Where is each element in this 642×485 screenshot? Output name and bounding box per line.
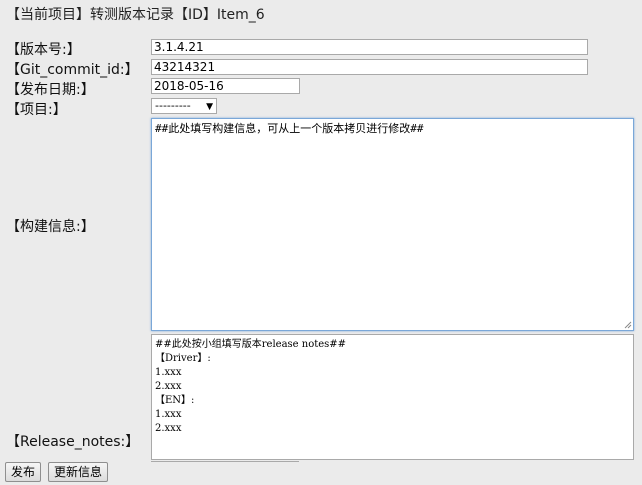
git-commit-label: 【Git_commit_id:】 xyxy=(6,62,139,78)
page-title: 【当前项目】转测版本记录【ID】Item_6 xyxy=(6,7,265,23)
release-notes-line: 1.xxx xyxy=(155,367,182,378)
build-info-label: 【构建信息:】 xyxy=(6,219,95,235)
chevron-down-icon: ▼ xyxy=(206,102,213,112)
git-commit-input[interactable] xyxy=(151,59,588,75)
update-info-button[interactable]: 更新信息 xyxy=(48,462,109,482)
build-info-line: ##此处填写构建信息，可从上一个版本拷贝进行修改## xyxy=(155,122,424,135)
project-select-value: --------- xyxy=(155,99,191,112)
build-info-textarea[interactable]: ##此处填写构建信息，可从上一个版本拷贝进行修改## xyxy=(151,118,634,331)
release-notes-line: ##此处按小组填写版本release notes## xyxy=(155,339,347,350)
version-label: 【版本号:】 xyxy=(6,42,81,58)
release-notes-textarea[interactable]: ##此处按小组填写版本release notes## 【Driver】: 1.x… xyxy=(151,334,634,460)
release-notes-line: 2.xxx xyxy=(155,381,182,392)
release-notes-line: 【Driver】: xyxy=(155,353,211,364)
version-input[interactable] xyxy=(151,39,588,55)
release-notes-line: 2.xxx xyxy=(155,423,182,434)
release-notes-label: 【Release_notes:】 xyxy=(6,434,140,450)
resize-handle-icon[interactable] xyxy=(624,321,632,329)
project-select[interactable]: --------- ▼ xyxy=(151,98,217,114)
release-notes-line: 【EN】: xyxy=(155,395,195,406)
publish-button[interactable]: 发布 xyxy=(5,462,42,482)
hidden-field-edge xyxy=(151,458,299,462)
release-date-label: 【发布日期:】 xyxy=(6,82,95,98)
release-notes-line: 1.xxx xyxy=(155,409,182,420)
project-label: 【项目:】 xyxy=(6,102,67,118)
release-date-input[interactable] xyxy=(151,78,300,94)
